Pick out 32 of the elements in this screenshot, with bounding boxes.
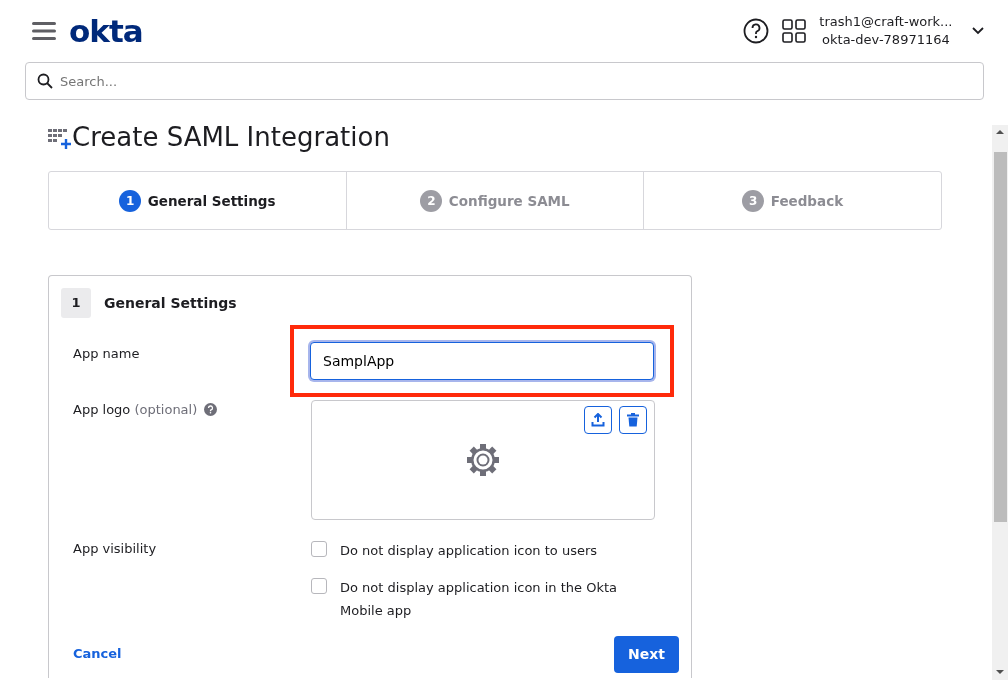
checkbox-label[interactable]: Do not display application icon in the Okta Mobile app	[340, 575, 631, 623]
step-number: 2	[420, 189, 443, 212]
checkbox-label[interactable]: Do not display application icon to users	[340, 539, 598, 563]
scrollbar-thumb[interactable]	[993, 152, 1007, 522]
checkbox[interactable]	[311, 577, 327, 594]
cancel-link[interactable]: Cancel	[73, 644, 122, 664]
menu-icon[interactable]	[32, 22, 56, 40]
help-icon[interactable]	[743, 18, 770, 44]
step-number: 1	[61, 288, 91, 319]
delete-button[interactable]	[618, 406, 647, 435]
org-name: okta-dev-78971164	[822, 31, 950, 49]
okta-logo[interactable]: okta	[69, 7, 143, 55]
field-label: App logo (optional)	[73, 400, 198, 419]
section-title: General Settings	[104, 293, 237, 313]
apps-grid-icon[interactable]	[782, 19, 807, 43]
step-number: 3	[742, 189, 765, 212]
search-field[interactable]: Search...	[25, 62, 984, 100]
app-name-field[interactable]: SamplApp	[310, 341, 654, 380]
step-tab[interactable]: 1 General Settings	[49, 172, 347, 230]
user-email[interactable]: trash1@craft-work...	[819, 13, 953, 31]
field-label: App visibility	[72, 540, 158, 559]
upload-button[interactable]	[584, 406, 613, 435]
step-number: 1	[119, 189, 142, 212]
checkbox[interactable]	[311, 541, 327, 558]
trash-icon	[626, 413, 639, 428]
field-label: App name	[72, 345, 141, 364]
search-icon	[37, 73, 53, 89]
chevron-down-icon[interactable]	[972, 27, 984, 35]
next-button[interactable]: Next	[614, 635, 679, 673]
upload-icon	[591, 413, 606, 428]
gear-icon	[465, 441, 501, 478]
page-title: Create SAML Integration	[72, 122, 390, 154]
